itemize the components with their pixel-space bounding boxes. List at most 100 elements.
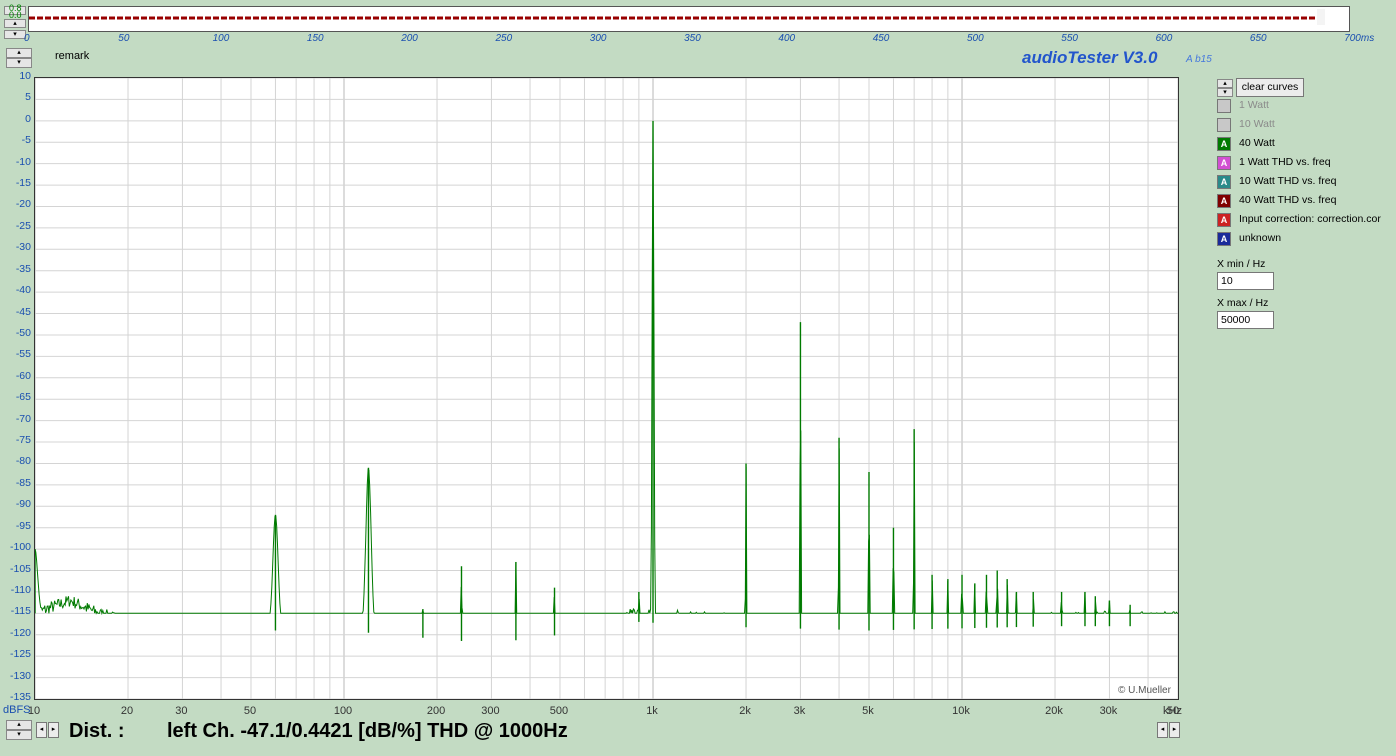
- x-tick-label: 500: [549, 705, 569, 717]
- y-tick-label: -115: [10, 605, 31, 618]
- time-window-end: [1317, 9, 1325, 25]
- legend-label: 1 Watt: [1239, 99, 1269, 111]
- legend-spin-down[interactable]: ▾: [1217, 88, 1233, 97]
- xmax-input[interactable]: 50000: [1217, 311, 1274, 329]
- remark-spin-up[interactable]: ▴: [6, 48, 32, 58]
- spectrum-plot-area[interactable]: [34, 77, 1179, 700]
- curve-color-button[interactable]: [1217, 118, 1231, 132]
- y-tick-label: -50: [15, 326, 31, 339]
- y-tick-label: -20: [15, 198, 31, 211]
- top-spin-down[interactable]: ▴: [4, 19, 26, 28]
- y-tick-label: -70: [15, 412, 31, 425]
- app-version: A b15: [1186, 54, 1212, 65]
- app-title: audioTester V3.0: [1022, 48, 1158, 67]
- legend-label: 10 Watt THD vs. freq: [1239, 175, 1337, 187]
- y-tick-label: 5: [25, 91, 31, 104]
- y-tick-label: -30: [15, 241, 31, 254]
- time-tick-label: 0: [24, 33, 30, 44]
- x-tick-label: 10k: [952, 705, 970, 717]
- time-tick-label: 100: [212, 33, 230, 44]
- y-tick-label: -120: [9, 626, 31, 639]
- y-tick-label: 10: [19, 70, 31, 82]
- y-tick-label: 0: [25, 112, 31, 125]
- time-tick-label: 150: [306, 33, 324, 44]
- top-spin-arrow[interactable]: ▾: [4, 30, 26, 39]
- scroll-right-button[interactable]: ▸: [48, 722, 59, 738]
- x-tick-label: 1k: [646, 705, 658, 717]
- time-tick-label: 700ms: [1344, 33, 1375, 44]
- time-tick-label: 500: [967, 33, 984, 44]
- curve-color-button[interactable]: A: [1217, 156, 1231, 170]
- curve-color-button[interactable]: A: [1217, 175, 1231, 189]
- y-axis-unit: dBFS: [3, 704, 31, 716]
- y-tick-label: -135: [9, 691, 31, 703]
- x-axis-unit: kHz: [1163, 705, 1182, 717]
- time-tick-label: 600: [1155, 33, 1173, 44]
- distortion-label: Dist. :: [69, 720, 125, 742]
- remark-spin-down[interactable]: ▾: [6, 58, 32, 68]
- time-tick-label: 350: [684, 33, 701, 44]
- x-tick-label: 5k: [862, 705, 874, 717]
- x-tick-label: 2k: [739, 705, 751, 717]
- y-tick-label: -5: [21, 134, 31, 147]
- xmin-label: X min / Hz: [1217, 258, 1266, 270]
- time-tick-label: 250: [495, 33, 513, 44]
- y-tick-label: -40: [15, 284, 31, 297]
- y-tick-label: -35: [15, 262, 31, 275]
- y-tick-label: -25: [15, 219, 31, 232]
- x-tick-label: 100: [333, 705, 353, 717]
- x-tick-label: 50: [243, 705, 257, 717]
- legend-label: 40 Watt: [1239, 137, 1275, 149]
- curve-color-button[interactable]: A: [1217, 232, 1231, 246]
- x-tick-label: 200: [426, 705, 446, 717]
- time-tick-label: 300: [589, 33, 607, 44]
- x-tick-label: 300: [481, 705, 500, 717]
- y-tick-label: -10: [15, 155, 31, 168]
- y-tick-label: -65: [15, 391, 31, 404]
- y-tick-label: -125: [9, 648, 31, 661]
- time-tick-label: 400: [778, 33, 796, 44]
- bottom-spin-down[interactable]: ▾: [6, 730, 32, 740]
- y-tick-label: -80: [15, 455, 31, 468]
- y-tick-label: -55: [15, 348, 31, 361]
- y-tick-label: -130: [9, 669, 31, 682]
- x-scroll-right-button[interactable]: ▸: [1169, 722, 1180, 738]
- x-tick-label: 20: [120, 705, 134, 717]
- xmax-label: X max / Hz: [1217, 297, 1269, 309]
- time-tick-label: 450: [872, 33, 890, 44]
- legend-label: 40 Watt THD vs. freq: [1239, 194, 1337, 206]
- legend-label: 1 Watt THD vs. freq: [1239, 156, 1331, 168]
- remark-label: remark: [55, 50, 90, 62]
- time-tick-label: 550: [1061, 33, 1078, 44]
- legend-label: 10 Watt: [1239, 118, 1275, 130]
- curve-color-button[interactable]: A: [1217, 194, 1231, 208]
- y-tick-label: -95: [15, 519, 31, 532]
- distortion-readout: left Ch. -47.1/0.4421 [dB/%] THD @ 1000H…: [167, 720, 568, 742]
- xmin-input[interactable]: 10: [1217, 272, 1274, 290]
- time-tick-label: 200: [401, 33, 418, 44]
- copyright-note: © U.Mueller: [1118, 685, 1171, 696]
- scroll-left-button[interactable]: ◂: [36, 722, 47, 738]
- y-tick-label: -75: [15, 434, 31, 447]
- y-tick-label: -100: [9, 541, 31, 554]
- time-tick-label: 50: [118, 33, 130, 44]
- time-overview-strip[interactable]: [28, 6, 1350, 32]
- y-tick-label: -15: [15, 177, 31, 190]
- curve-color-button[interactable]: [1217, 99, 1231, 113]
- y-tick-label: -60: [15, 369, 31, 382]
- bottom-spin-up[interactable]: ▴: [6, 720, 32, 730]
- time-overview-graph: [29, 9, 1325, 25]
- top-y-label-low: 0.0: [9, 10, 22, 20]
- clear-curves-button[interactable]: clear curves: [1236, 78, 1304, 97]
- spectrum-trace-40-watt: [35, 121, 1178, 616]
- curve-color-button[interactable]: A: [1217, 213, 1231, 227]
- y-tick-label: -85: [15, 476, 31, 489]
- legend-spin-up[interactable]: ▴: [1217, 79, 1233, 88]
- spectrum-chart: [35, 78, 1178, 699]
- legend-label: Input correction: correction.cor: [1239, 213, 1381, 225]
- x-tick-label: 30k: [1099, 705, 1118, 717]
- x-tick-label: 30: [175, 705, 188, 717]
- curve-color-button[interactable]: A: [1217, 137, 1231, 151]
- time-tick-label: 650: [1249, 33, 1267, 44]
- x-scroll-left-button[interactable]: ◂: [1157, 722, 1168, 738]
